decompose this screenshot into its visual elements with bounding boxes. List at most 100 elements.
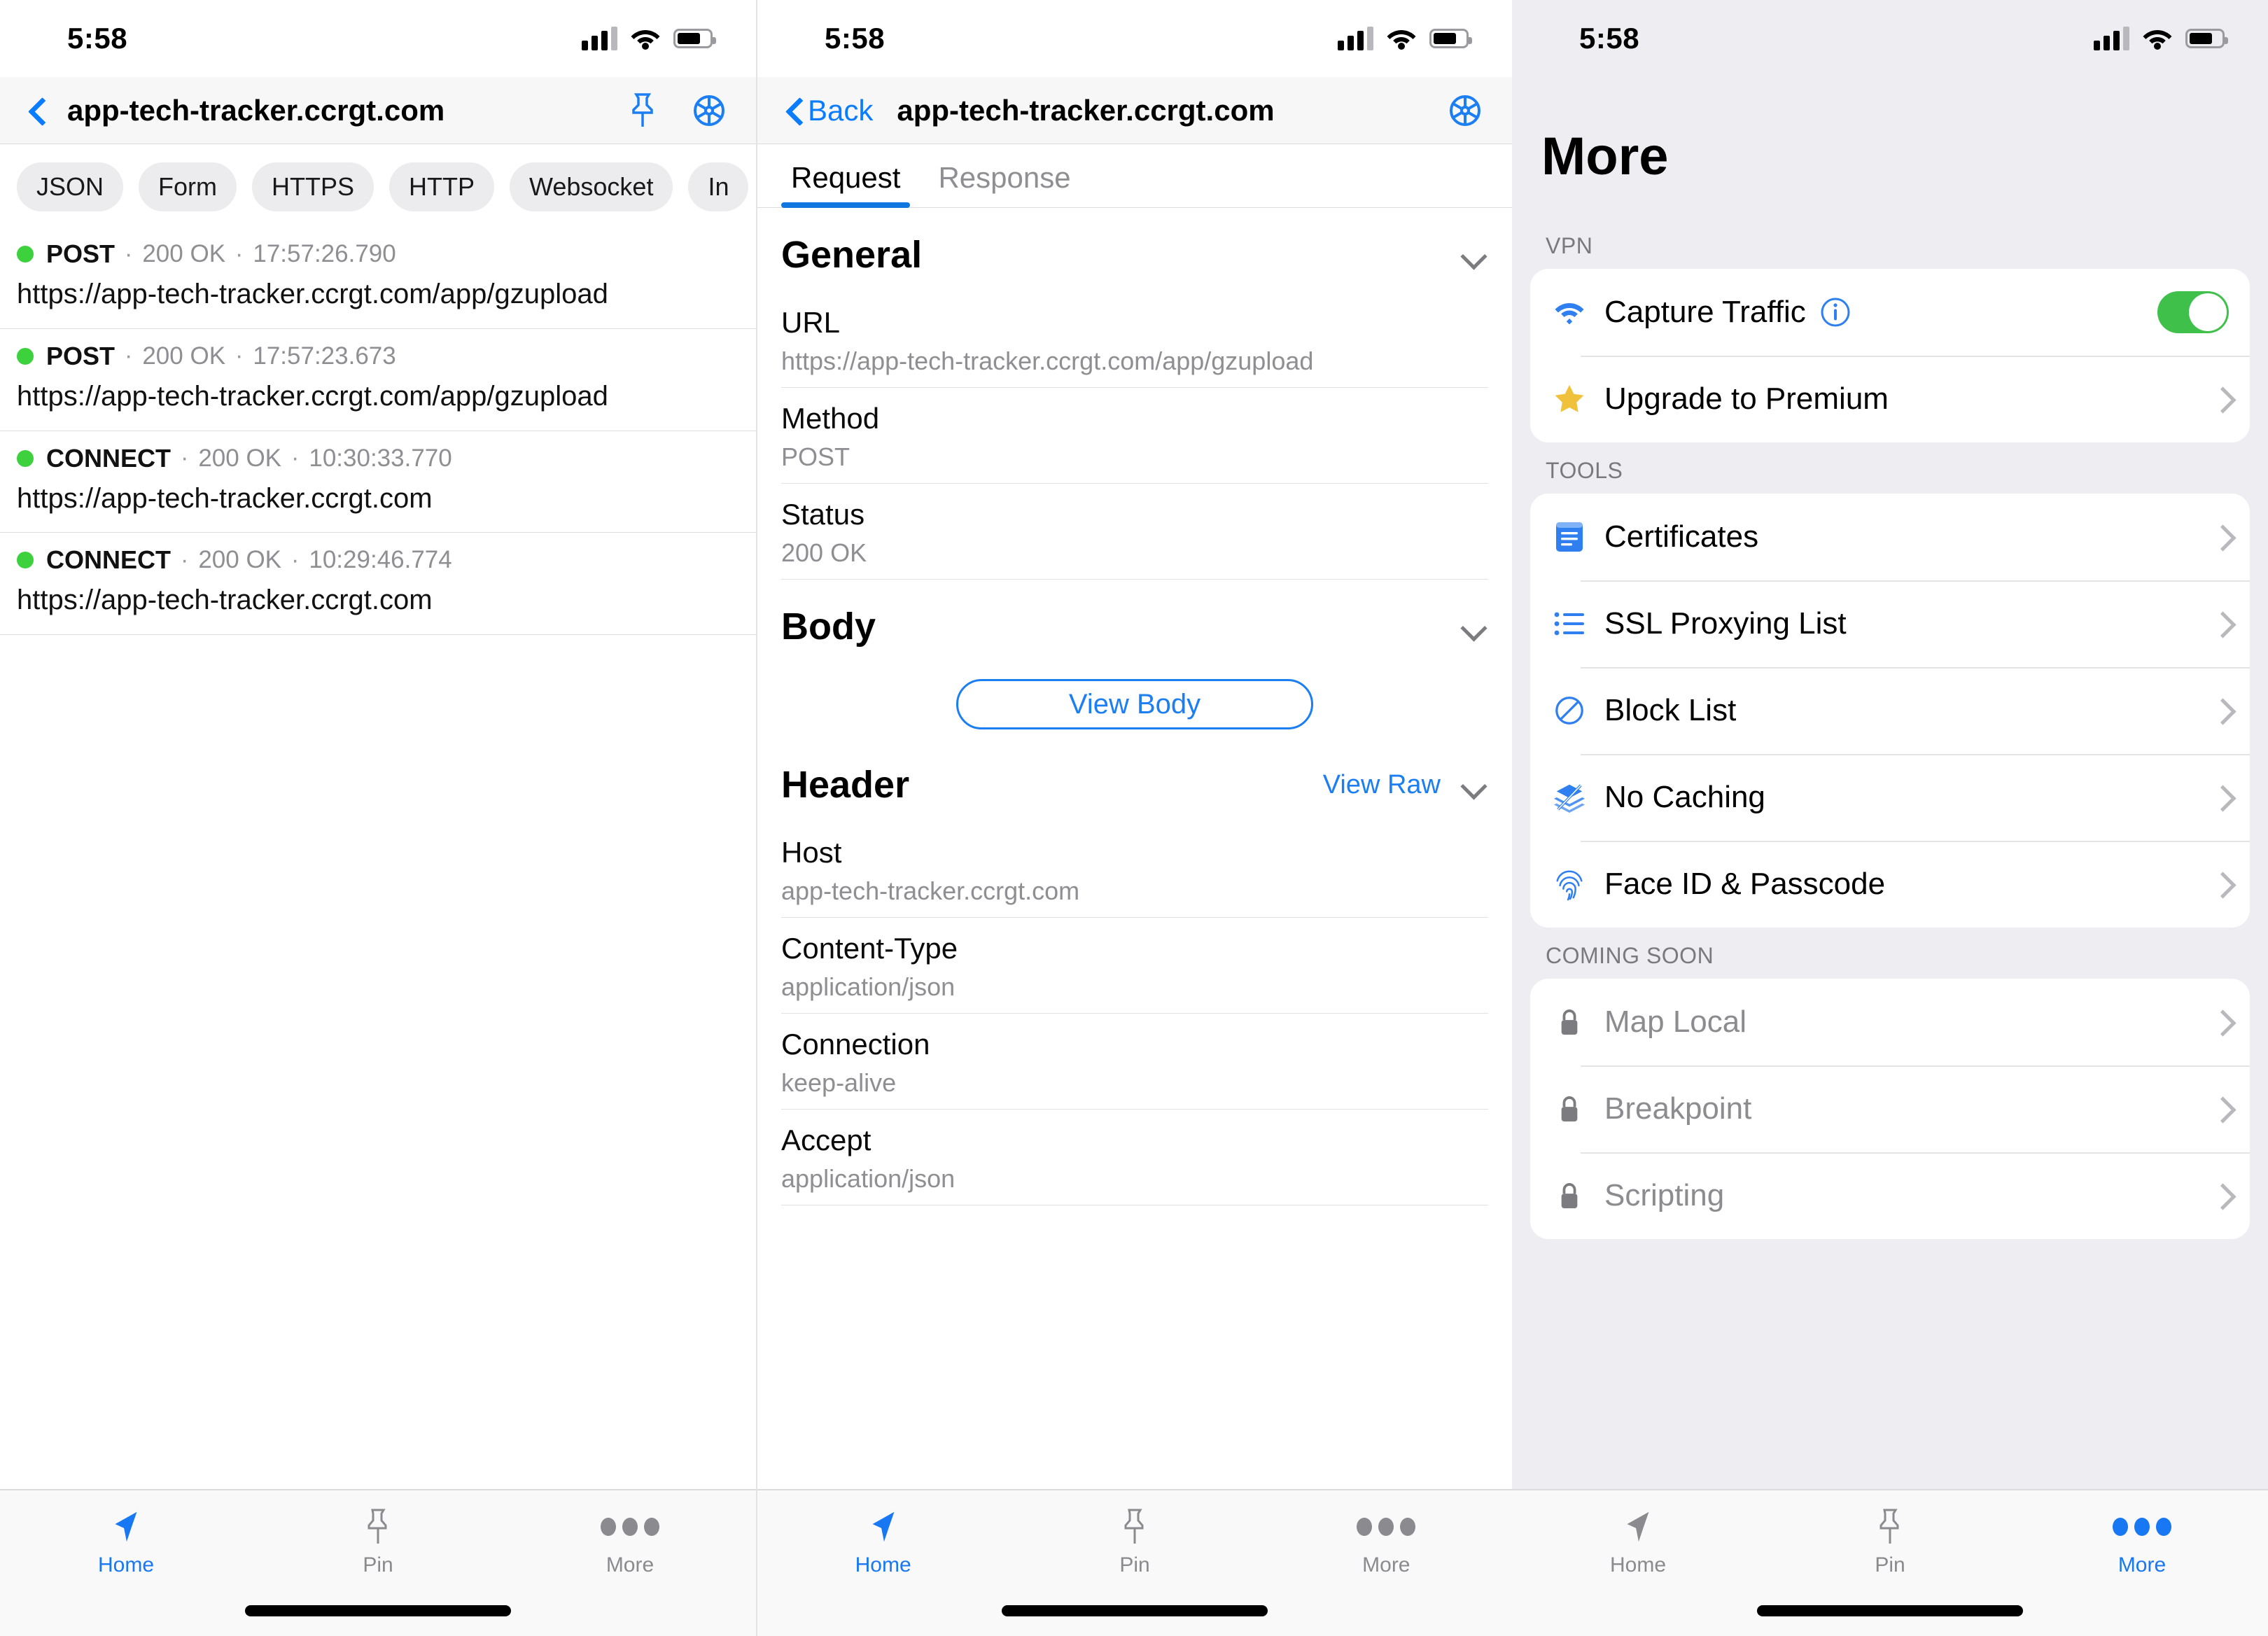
row-capture-traffic[interactable]: Capture Traffic: [1530, 269, 2250, 356]
detail-key: Method: [781, 402, 880, 435]
header-section-actions: View Raw: [1323, 770, 1488, 800]
row-certificates[interactable]: Certificates: [1530, 494, 2250, 580]
wifi-icon: [630, 27, 661, 50]
body-section-title: Body: [781, 606, 876, 648]
row-map-local[interactable]: Map Local: [1530, 979, 2250, 1065]
row-label: Scripting: [1604, 1178, 1725, 1212]
home-indicator: [1757, 1605, 2023, 1616]
tab-pin[interactable]: Pin: [252, 1506, 504, 1577]
detail-key: Host: [781, 836, 842, 869]
row-control: [2213, 524, 2229, 550]
tab-more[interactable]: More: [2016, 1506, 2268, 1577]
tab-more[interactable]: More: [504, 1506, 756, 1577]
detail-value: https://app-tech-tracker.ccrgt.com/app/g…: [781, 347, 1314, 375]
chevron-right-icon: [2213, 784, 2229, 811]
request-meta: POST · 200 OK · 17:57:26.790: [17, 239, 739, 269]
block-icon: [1550, 694, 1589, 727]
filter-chip-https[interactable]: HTTPS: [252, 162, 374, 211]
certificate-icon: [1550, 520, 1589, 554]
tab-home[interactable]: Home: [1512, 1506, 1764, 1577]
bottom-tab-bar: Home Pin More: [757, 1489, 1512, 1636]
request-timestamp: 10:30:33.770: [309, 444, 452, 472]
chevron-down-icon[interactable]: [1462, 619, 1488, 634]
row-face-id-passcode[interactable]: Face ID & Passcode: [1530, 841, 2250, 928]
tab-pin[interactable]: Pin: [1009, 1506, 1260, 1577]
filter-chip-json[interactable]: JSON: [17, 162, 124, 211]
tab-more[interactable]: More: [1261, 1506, 1512, 1577]
status-bar-icons: [1338, 27, 1472, 50]
home-indicator: [1002, 1605, 1268, 1616]
row-block-list[interactable]: Block List: [1530, 667, 2250, 754]
view-body-wrapper: View Body: [781, 664, 1488, 738]
row-control: [2213, 697, 2229, 724]
header-section-header: Header View Raw: [781, 738, 1488, 822]
request-status: 200 OK: [198, 546, 282, 574]
request-row[interactable]: CONNECT · 200 OK · 10:30:33.770 https://…: [0, 431, 756, 533]
pin-icon[interactable]: [627, 92, 658, 129]
gear-icon[interactable]: [690, 92, 728, 130]
row-ssl-proxying-list[interactable]: SSL Proxying List: [1530, 580, 2250, 667]
row-scripting[interactable]: Scripting: [1530, 1152, 2250, 1239]
tab-response[interactable]: Response: [928, 144, 1080, 207]
row-control: [2157, 291, 2229, 333]
view-body-button[interactable]: View Body: [956, 679, 1313, 729]
general-section-actions: [1462, 247, 1488, 263]
row-upgrade-to-premium[interactable]: Upgrade to Premium: [1530, 356, 2250, 442]
filter-chip-form[interactable]: Form: [139, 162, 237, 211]
page-title: app-tech-tracker.ccrgt.com: [897, 93, 1275, 127]
request-method: POST: [46, 239, 115, 268]
chevron-down-icon[interactable]: [1462, 247, 1488, 263]
cellular-signal-icon: [582, 27, 617, 50]
request-url: https://app-tech-tracker.ccrgt.com: [17, 585, 433, 616]
back-button[interactable]: Back: [785, 94, 873, 127]
status-bar-time: 5:58: [67, 22, 128, 55]
star-icon: [1550, 383, 1589, 415]
wifi-icon: [1550, 300, 1589, 325]
filter-chip-http[interactable]: HTTP: [389, 162, 495, 211]
settings-card-tools: Certificates SSL Proxying List Block Lis…: [1530, 494, 2250, 928]
row-label: Map Local: [1604, 1005, 1747, 1039]
request-row[interactable]: POST · 200 OK · 17:57:23.673 https://app…: [0, 329, 756, 431]
filter-chip-image[interactable]: In: [688, 162, 749, 211]
tab-home-label: Home: [1609, 1553, 1667, 1576]
request-row[interactable]: POST · 200 OK · 17:57:26.790 https://app…: [0, 227, 756, 329]
detail-key: Connection: [781, 1028, 930, 1061]
view-raw-link[interactable]: View Raw: [1323, 770, 1441, 800]
gear-icon[interactable]: [1446, 92, 1484, 130]
battery-icon: [1429, 29, 1472, 48]
tab-pin[interactable]: Pin: [1764, 1506, 2016, 1577]
request-row[interactable]: CONNECT · 200 OK · 10:29:46.774 https://…: [0, 533, 756, 636]
row-label: Upgrade to Premium: [1604, 382, 1889, 416]
tab-home[interactable]: Home: [757, 1506, 1009, 1577]
request-url: https://app-tech-tracker.ccrgt.com: [17, 482, 433, 514]
row-no-caching[interactable]: No Caching: [1530, 754, 2250, 841]
row-breakpoint[interactable]: Breakpoint: [1530, 1065, 2250, 1152]
ellipsis-icon: [601, 1506, 659, 1548]
info-icon[interactable]: [1820, 297, 1851, 328]
meta-separator: ·: [125, 342, 133, 370]
group-label-vpn: VPN: [1546, 233, 1593, 258]
chevron-down-icon[interactable]: [1462, 777, 1488, 792]
row-control: [2213, 784, 2229, 811]
tab-home[interactable]: Home: [0, 1506, 252, 1577]
tab-pin-label: Pin: [1875, 1553, 1905, 1576]
paper-plane-icon: [1618, 1506, 1658, 1548]
request-meta: POST · 200 OK · 17:57:23.673: [17, 342, 739, 371]
request-meta: CONNECT · 200 OK · 10:30:33.770: [17, 444, 739, 473]
detail-content: General URL https://app-tech-tracker.ccr…: [757, 208, 1512, 1205]
tab-request[interactable]: Request: [781, 144, 911, 208]
row-label: SSL Proxying List: [1604, 606, 1847, 641]
filter-chip-row[interactable]: JSON Form HTTPS HTTP Websocket In: [0, 144, 756, 227]
header-row-accept: Accept application/json: [781, 1110, 1488, 1205]
filter-chip-websocket[interactable]: Websocket: [510, 162, 673, 211]
row-label: Breakpoint: [1604, 1091, 1752, 1126]
pin-icon: [1875, 1506, 1905, 1548]
header-row-connection: Connection keep-alive: [781, 1014, 1488, 1110]
detail-key: Content-Type: [781, 932, 958, 965]
tab-home-label: Home: [855, 1553, 911, 1576]
capture-traffic-toggle[interactable]: [2157, 291, 2229, 333]
detail-key: Status: [781, 498, 865, 531]
settings-card-coming-soon: Map Local Breakpoint Scripting: [1530, 979, 2250, 1239]
back-chevron-icon[interactable]: [28, 97, 43, 124]
nav-actions: [627, 92, 728, 130]
